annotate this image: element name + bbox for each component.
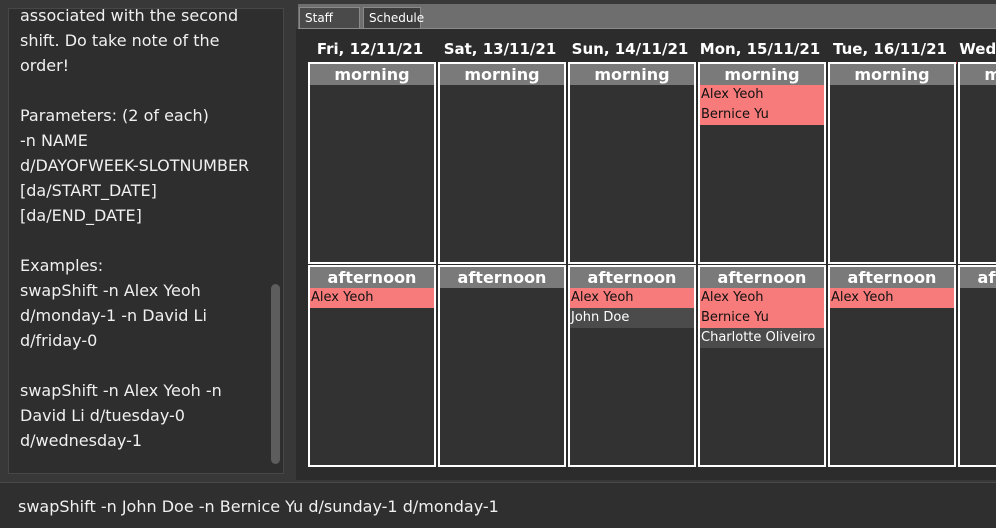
shift-label: afternoon <box>960 267 996 288</box>
tab-staff-view[interactable]: Staff View <box>299 7 360 45</box>
shift-slot-afternoon: afternoon Alex Yeoh Bernice Yu Charlotte Ol… <box>698 265 826 467</box>
day-header: Fri, 12/11/21 <box>316 40 424 58</box>
shift-label: afternoon <box>830 267 954 288</box>
shift-slot-morning: morning Alex Yeoh Bernice Yu <box>698 62 826 264</box>
tab-pane: Staff View Schedule Fri, 12/11/21 morning… <box>296 0 996 480</box>
shift-slot-afternoon: afternoon <box>438 265 566 467</box>
command-box <box>0 482 996 528</box>
shift-label: morning <box>960 64 996 85</box>
shift-slot-morning: morning <box>958 62 996 264</box>
tab-schedule[interactable]: Schedule <box>363 7 424 28</box>
day-header: Wed, 17/11/21 <box>959 40 996 58</box>
shift-slot-morning: morning <box>308 62 436 264</box>
shift-label: morning <box>830 64 954 85</box>
staff-entry[interactable]: Alex Yeoh <box>700 288 824 308</box>
shift-label: morning <box>440 64 564 85</box>
result-display-box: associated with the second shift. Do tak… <box>8 8 284 474</box>
day-header: Mon, 15/11/21 <box>699 40 821 58</box>
shift-label: afternoon <box>570 267 694 288</box>
shift-label: morning <box>700 64 824 85</box>
shift-label: morning <box>570 64 694 85</box>
staff-entry[interactable]: Alex Yeoh <box>830 288 954 308</box>
shift-slot-afternoon: afternoon Alex Yeoh <box>308 265 436 467</box>
shift-slot-afternoon: afternoon Alex Yeoh John Doe <box>568 265 696 467</box>
staff-entry[interactable]: Alex Yeoh <box>310 288 434 308</box>
tab-header: Staff View Schedule <box>298 4 996 45</box>
staff-entry[interactable]: Bernice Yu <box>700 308 824 328</box>
command-input[interactable] <box>18 494 978 518</box>
shift-label: morning <box>310 64 434 85</box>
staff-entry[interactable]: Alex Yeoh <box>700 85 824 105</box>
day-header: Sun, 14/11/21 <box>571 40 689 58</box>
result-display-text: associated with the second shift. Do tak… <box>20 8 250 450</box>
result-display-panel: associated with the second shift. Do tak… <box>0 0 296 480</box>
staff-entry[interactable]: Bernice Yu <box>700 105 824 125</box>
shift-slot-afternoon: afternoon <box>958 265 996 467</box>
shift-slot-morning: morning <box>568 62 696 264</box>
shift-label: afternoon <box>310 267 434 288</box>
shift-label: afternoon <box>700 267 824 288</box>
day-header: Tue, 16/11/21 <box>833 40 947 58</box>
staff-entry[interactable]: John Doe <box>570 308 694 328</box>
schedule-grid: Fri, 12/11/21 morning afternoon Alex Yeoh Sa… <box>296 29 996 480</box>
result-scrollbar-thumb[interactable] <box>271 284 280 464</box>
staff-entry[interactable]: Alex Yeoh <box>570 288 694 308</box>
shift-slot-afternoon: afternoon Alex Yeoh <box>828 265 956 467</box>
shift-slot-morning: morning <box>438 62 566 264</box>
shift-slot-morning: morning <box>828 62 956 264</box>
command-area <box>0 480 996 528</box>
day-header: Sat, 13/11/21 <box>443 40 557 58</box>
staff-entry[interactable]: Charlotte Oliveiro <box>700 328 824 348</box>
shift-label: afternoon <box>440 267 564 288</box>
